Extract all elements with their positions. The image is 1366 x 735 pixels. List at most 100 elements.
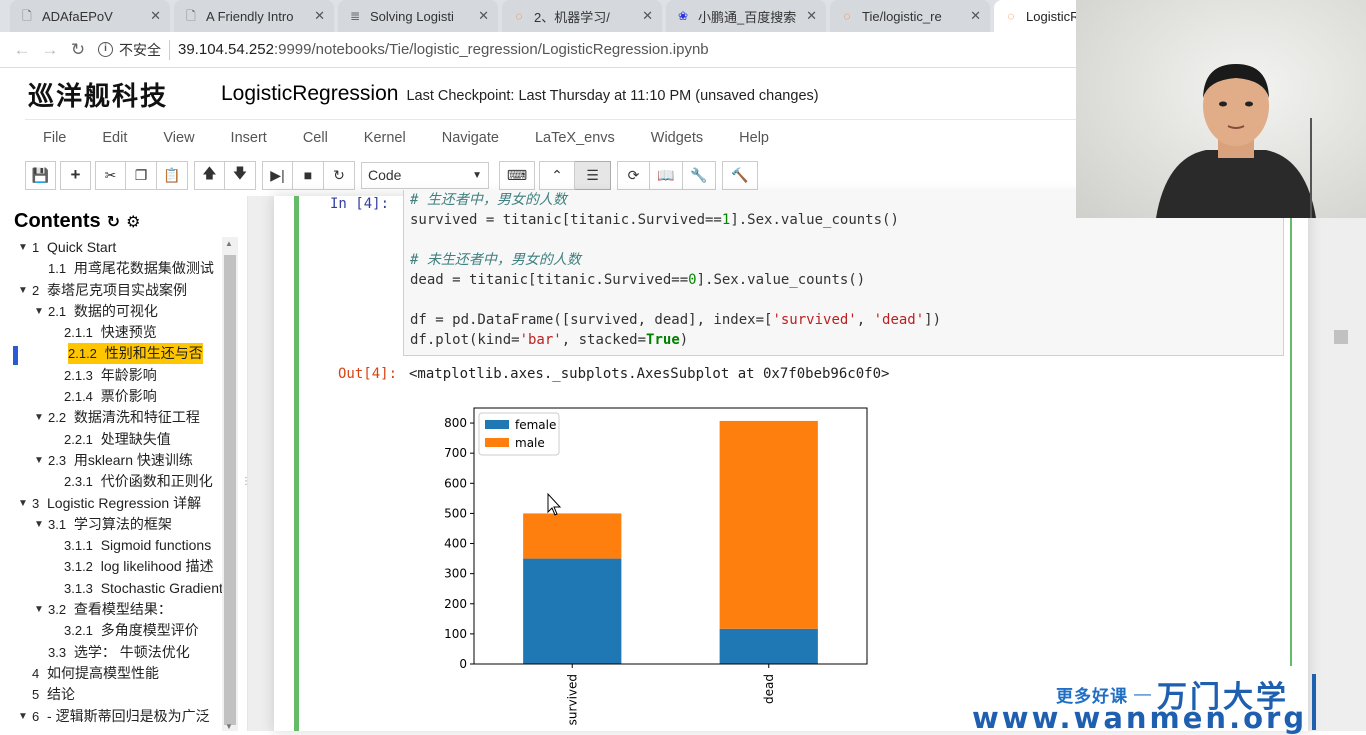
toc-item[interactable]: ▼ 2.2 数据清洗和特征工程 — [0, 407, 222, 428]
code-line: # 未生还者中，男女的人数 — [410, 250, 1277, 270]
restart-button[interactable]: ↻ — [324, 160, 355, 190]
refresh-icon[interactable]: ↻ — [107, 212, 120, 232]
jupyter-icon: ◌ — [1007, 9, 1015, 23]
browser-tab[interactable]: 🗋 A Friendly Intro ✕ — [174, 0, 334, 32]
copy-button[interactable]: ❐ — [126, 160, 157, 190]
collapse-arrow-icon[interactable]: ▼ — [34, 599, 44, 620]
toc-item[interactable]: 3.1.3 Stochastic Gradient — [0, 578, 223, 599]
toc-item-text: 快速预览 — [100, 324, 157, 341]
collapse-arrow-icon[interactable]: ▼ — [18, 237, 28, 258]
y-tick-label: 700 — [444, 446, 467, 460]
move-down-button[interactable]: 🡇 — [225, 160, 256, 190]
menu-help[interactable]: Help — [721, 130, 787, 146]
toc-item[interactable]: 2.3.1 代价函数和正则化 — [0, 471, 222, 492]
url-field[interactable]: i 不安全 39.104.54.252:9999/notebooks/Tie/l… — [98, 36, 1158, 64]
close-icon[interactable]: ✕ — [806, 8, 817, 24]
menu-edit[interactable]: Edit — [84, 130, 145, 146]
legend-swatch-male — [485, 438, 509, 447]
toc-item-number: 3.1.3 — [64, 580, 93, 596]
code-token: survived = titanic[titanic.Survived== — [410, 212, 722, 228]
toc-item[interactable]: ▼ 3 Logistic Regression 详解 — [0, 493, 222, 514]
browser-tab[interactable]: ≣ Solving Logisti ✕ — [338, 0, 498, 32]
collapse-arrow-icon[interactable]: ▼ — [34, 301, 44, 322]
gear-icon[interactable]: ⚙ — [126, 212, 140, 232]
menu-kernel[interactable]: Kernel — [346, 130, 424, 146]
toc-item[interactable]: 5 结论 — [0, 684, 222, 705]
menu-navigate[interactable]: Navigate — [424, 130, 517, 146]
toc-item[interactable]: ▼ 3.2 查看模型结果： — [0, 599, 222, 620]
browser-tab[interactable]: ❀ 小鹏通_百度搜索 ✕ — [666, 0, 826, 32]
collapse-arrow-icon[interactable]: ▼ — [34, 450, 44, 471]
collapse-arrow-icon[interactable]: ▼ — [34, 407, 44, 428]
toc-item[interactable]: 3.2.1 多角度模型评价 — [0, 620, 222, 641]
move-up-button[interactable]: 🡅 — [194, 160, 225, 190]
toc-item[interactable]: ▼ 2 泰塔尼克项目实战案例 — [0, 280, 222, 301]
run-button[interactable]: ▶| — [262, 160, 293, 190]
legend-label-female: female — [515, 418, 556, 432]
toc-item[interactable]: 2.1.3 年龄影响 — [0, 365, 222, 386]
collapse-button[interactable]: ⌃ — [539, 160, 575, 190]
toc-item[interactable]: 3.1.2 log likelihood 描述 — [0, 556, 222, 577]
gavel-button[interactable]: 🔨 — [722, 160, 758, 190]
scroll-down-icon[interactable]: ▼ — [225, 722, 233, 731]
toc-scroll-thumb[interactable] — [224, 255, 236, 725]
menu-insert[interactable]: Insert — [213, 130, 285, 146]
back-icon[interactable]: ← — [8, 40, 36, 60]
resize-handle-icon[interactable]: ⋮ — [241, 476, 247, 487]
browser-tab[interactable]: 🗋 ADAfaEPoV ✕ — [10, 0, 170, 32]
close-icon[interactable]: ✕ — [970, 8, 981, 24]
browser-tab[interactable]: ◌ 2、机器学习/ ✕ — [502, 0, 662, 32]
save-button[interactable]: 💾 — [25, 160, 56, 190]
toc-item[interactable]: ▼ 2.1 数据的可视化 — [0, 301, 222, 322]
toc-toggle-button[interactable]: ☰ — [575, 160, 611, 190]
toc-item[interactable]: 2.1.1 快速预览 — [0, 322, 222, 343]
close-icon[interactable]: ✕ — [150, 8, 161, 24]
menu-file[interactable]: File — [25, 130, 84, 146]
browser-tab[interactable]: ◌ Tie/logistic_re ✕ — [830, 0, 990, 32]
toc-scrollbar[interactable]: ▲ ▼ — [222, 237, 238, 731]
wrench-button[interactable]: 🔧 — [683, 160, 716, 190]
toc-item[interactable]: ▼ 1 Quick Start — [0, 237, 222, 258]
toc-item[interactable]: 3.1.1 Sigmoid functions — [0, 535, 222, 556]
toc-item[interactable]: ▼ 3.1 学习算法的框架 — [0, 514, 222, 535]
security-indicator[interactable]: i 不安全 — [98, 39, 170, 60]
close-icon[interactable]: ✕ — [478, 8, 489, 24]
toc-item[interactable]: 3.3 选学： 牛顿法优化 — [0, 642, 222, 663]
refresh-button[interactable]: ⟳ — [617, 160, 650, 190]
toc-item[interactable]: 2.2.1 处理缺失值 — [0, 429, 222, 450]
toc-item[interactable]: ▼ 6 - 逻辑斯蒂回归是极为广泛 — [0, 706, 222, 727]
collapse-arrow-icon[interactable]: ▼ — [18, 706, 28, 727]
paste-button[interactable]: 📋 — [157, 160, 188, 190]
menu-cell[interactable]: Cell — [285, 130, 346, 146]
tools-group: ⟳ 📖 🔧 — [617, 160, 716, 190]
collapse-arrow-icon[interactable]: ▼ — [18, 493, 28, 514]
close-icon[interactable]: ✕ — [314, 8, 325, 24]
cell-type-select[interactable]: Code ▼ — [361, 161, 489, 189]
interrupt-button[interactable]: ■ — [293, 160, 324, 190]
close-icon[interactable]: ✕ — [642, 8, 653, 24]
collapse-arrow-icon[interactable]: ▼ — [18, 280, 28, 301]
toc-item[interactable]: 2.1.2 性别和生还与否 — [0, 343, 222, 365]
reload-icon[interactable]: ↻ — [64, 40, 92, 60]
collapse-arrow-icon[interactable]: ▼ — [34, 514, 44, 535]
book-button[interactable]: 📖 — [650, 160, 683, 190]
site-logo[interactable]: 巡洋舰科技 — [28, 76, 203, 113]
command-palette-button[interactable]: ⌨ — [499, 160, 535, 190]
toc-item[interactable]: 2.1.4 票价影响 — [0, 386, 222, 407]
extension-group: ⌃ ☰ — [539, 160, 611, 190]
scroll-up-icon[interactable]: ▲ — [225, 239, 233, 248]
bar-female-survived — [523, 558, 622, 664]
menu-latexenvs[interactable]: LaTeX_envs — [517, 130, 633, 146]
insert-cell-button[interactable]: + — [60, 160, 91, 190]
toc-item[interactable]: 1.1 用鸢尾花数据集做测试 — [0, 258, 222, 279]
code-token: , — [856, 312, 874, 328]
notebook-name[interactable]: LogisticRegression — [221, 82, 398, 106]
toc-item[interactable]: 4 如何提高模型性能 — [0, 663, 222, 684]
cut-button[interactable]: ✂ — [95, 160, 126, 190]
notebook-scroll-thumb[interactable] — [1334, 330, 1348, 344]
menu-widgets[interactable]: Widgets — [633, 130, 721, 146]
toc-item[interactable]: ▼ 2.3 用sklearn 快速训练 — [0, 450, 222, 471]
menu-view[interactable]: View — [145, 130, 212, 146]
forward-icon[interactable]: → — [36, 40, 64, 60]
